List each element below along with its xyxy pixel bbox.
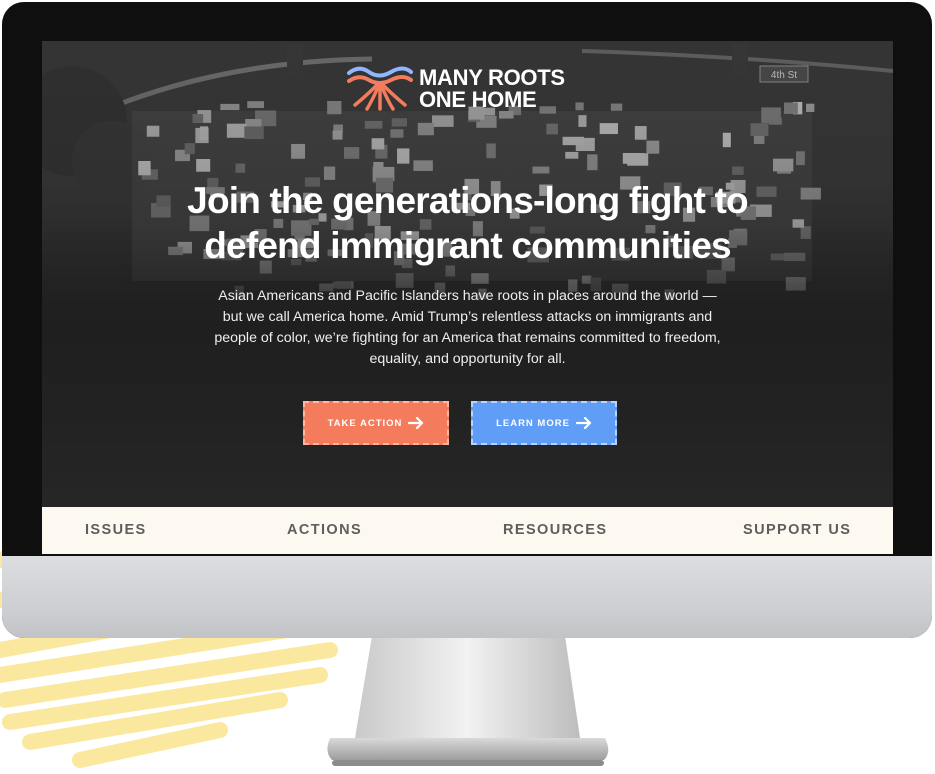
website-screen: 4th St — [42, 41, 893, 554]
hero-body-text: Asian Americans and Pacific Islanders ha… — [214, 288, 721, 367]
logo-line-2: ONE HOME — [419, 87, 537, 112]
take-action-button[interactable]: TAKE ACTION — [303, 401, 449, 445]
main-nav: ISSUES ACTIONS RESOURCES SUPPORT US — [42, 507, 893, 554]
nav-item-issues[interactable]: ISSUES — [85, 507, 147, 554]
logo-line-1: MANY ROOTS — [419, 65, 565, 90]
hero-headline: Join the generations-long fight to defen… — [42, 178, 893, 268]
learn-more-label: LEARN MORE — [496, 417, 570, 429]
site-logo[interactable]: MANY ROOTS ONE HOME — [347, 65, 587, 115]
hero-section: 4th St — [42, 41, 893, 507]
arrow-right-icon — [575, 417, 592, 429]
arrow-right-icon — [408, 417, 424, 429]
logo-wordmark: MANY ROOTS ONE HOME — [419, 67, 565, 111]
headline-line-2: defend immigrant communities — [204, 225, 731, 266]
roots-logo-icon — [347, 66, 413, 111]
nav-item-support-us[interactable]: SUPPORT US — [743, 507, 851, 554]
headline-line-1: Join the generations-long fight to — [187, 180, 748, 221]
nav-item-resources[interactable]: RESOURCES — [503, 507, 607, 554]
nav-item-actions[interactable]: ACTIONS — [287, 507, 362, 554]
take-action-label: TAKE ACTION — [327, 417, 403, 429]
monitor-chin — [2, 556, 932, 638]
learn-more-button[interactable]: LEARN MORE — [471, 401, 617, 445]
